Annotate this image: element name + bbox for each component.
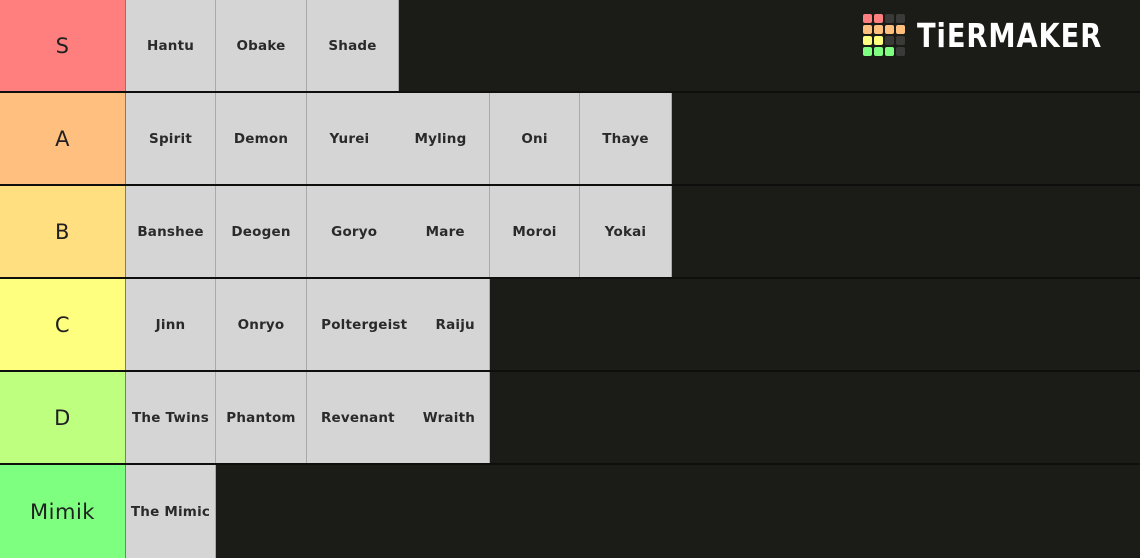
tier-item-label: Poltergeist [321,316,408,333]
tier-row-mimik: Mimik The Mimic [0,465,1140,558]
tiermaker-wordmark: TiERMAKER [916,15,1102,55]
tier-item-label: Mare [425,223,465,240]
tier-item[interactable]: Jinn [126,279,216,370]
logo-cell-0-1 [873,14,883,23]
tier-item[interactable]: Onryo [216,279,307,370]
tier-item[interactable]: Shade [307,0,399,91]
tier-item[interactable]: The Twins [126,372,216,463]
tier-item[interactable]: Spirit [126,93,216,184]
tiermaker-logo: TiERMAKER [862,14,1118,56]
logo-cell-2-3 [895,36,905,45]
tier-item-label: The Twins [132,409,209,426]
tier-list-board: TiERMAKER S Hantu Obake Shade A Spirit Demon Yu… [0,0,1140,558]
tier-item-label: Hantu [146,37,195,54]
logo-cell-3-0 [862,47,872,56]
tier-item[interactable]: Obake [216,0,307,91]
tier-item-label: Jinn [155,316,186,333]
tier-item-label: Shade [328,37,377,54]
tier-item[interactable]: Hantu [126,0,216,91]
tier-item[interactable]: The Mimic [126,465,216,558]
tier-item[interactable]: Phantom [216,372,307,463]
tier-label-c[interactable]: C [0,279,126,370]
logo-cell-1-2 [884,25,894,34]
tier-row-b: B Banshee Deogen Goryo Mare Moroi Yokai [0,186,1140,279]
tier-item-label: Phantom [226,409,296,426]
tier-item[interactable]: Deogen [216,186,307,277]
tier-item-label: Banshee [137,223,204,240]
tier-items-mimik: The Mimic [126,465,216,558]
tier-items-c: Jinn Onryo Poltergeist Raiju [126,279,490,370]
tier-item-label: Wraith [422,409,476,426]
tier-item[interactable]: Yurei Myling [307,93,490,184]
tier-label-s[interactable]: S [0,0,126,91]
tier-item-label: Oni [521,130,548,147]
logo-cell-0-2 [884,14,894,23]
tier-label-mimik[interactable]: Mimik [0,465,126,558]
logo-cell-0-3 [895,14,905,23]
tier-item[interactable]: Banshee [126,186,216,277]
logo-cell-3-1 [873,47,883,56]
tier-item-label: Goryo [331,223,378,240]
logo-cell-1-1 [873,25,883,34]
tier-rows-container: S Hantu Obake Shade A Spirit Demon Yurei Myling O… [0,0,1140,558]
tier-item[interactable]: Goryo Mare [307,186,490,277]
tier-item-label: Demon [233,130,289,147]
tiermaker-logo-grid-icon [862,14,905,56]
logo-cell-3-2 [884,47,894,56]
logo-cell-2-0 [862,36,872,45]
tier-item[interactable]: Yokai [580,186,672,277]
tier-item-label: Deogen [231,223,291,240]
tier-items-b: Banshee Deogen Goryo Mare Moroi Yokai [126,186,672,277]
tier-item[interactable]: Moroi [490,186,580,277]
tier-item[interactable]: Revenant Wraith [307,372,490,463]
tier-item-label: Myling [414,130,467,147]
tier-item-label: Moroi [512,223,557,240]
tier-row-d: D The Twins Phantom Revenant Wraith [0,372,1140,465]
logo-cell-2-2 [884,36,894,45]
tier-item-label: Obake [236,37,286,54]
tier-item-label: Revenant [320,409,395,426]
tier-item-label: The Mimic [130,503,211,520]
tier-item[interactable]: Oni [490,93,580,184]
tier-label-b[interactable]: B [0,186,126,277]
tier-item-label: Onryo [237,316,285,333]
logo-cell-3-3 [895,47,905,56]
tier-item[interactable]: Poltergeist Raiju [307,279,490,370]
tier-item-label: Yurei [329,130,370,147]
tier-items-d: The Twins Phantom Revenant Wraith [126,372,490,463]
tier-item-label: Spirit [149,130,192,147]
tier-item[interactable]: Thaye [580,93,672,184]
logo-cell-2-1 [873,36,883,45]
tier-label-d[interactable]: D [0,372,126,463]
tier-item-label: Raiju [435,316,475,333]
tier-row-c: C Jinn Onryo Poltergeist Raiju [0,279,1140,372]
logo-cell-0-0 [862,14,872,23]
logo-cell-1-0 [862,25,872,34]
tier-label-a[interactable]: A [0,93,126,184]
tier-row-a: A Spirit Demon Yurei Myling Oni Thaye [0,93,1140,186]
logo-cell-1-3 [895,25,905,34]
tier-item[interactable]: Demon [216,93,307,184]
tier-items-s: Hantu Obake Shade [126,0,399,91]
tier-item-label: Thaye [602,130,649,147]
tier-items-a: Spirit Demon Yurei Myling Oni Thaye [126,93,672,184]
tier-item-label: Yokai [604,223,647,240]
